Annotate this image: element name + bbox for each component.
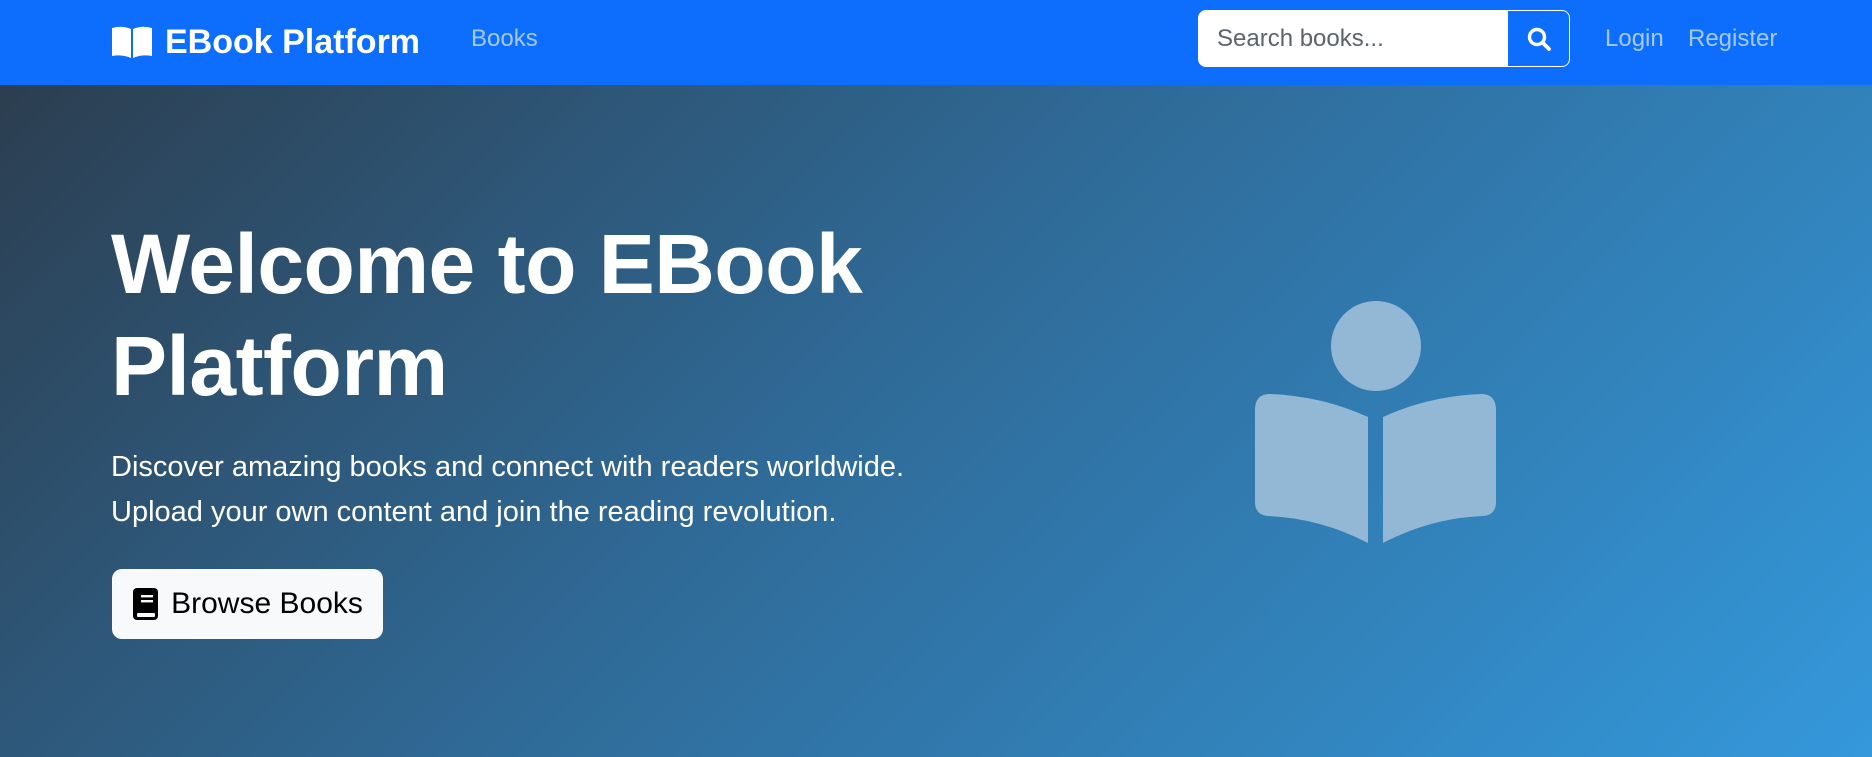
hero-subtitle-line-2: Upload your own content and join the rea… (111, 496, 837, 528)
nav-link-books[interactable]: Books (471, 25, 538, 53)
top-navbar: EBook Platform Books Login Register (0, 0, 1872, 85)
nav-link-register[interactable]: Register (1688, 25, 1777, 53)
search-input[interactable] (1198, 10, 1508, 67)
hero-title: Welcome to EBook Platform (111, 217, 863, 413)
search-form (1198, 10, 1570, 67)
browse-books-button[interactable]: Browse Books (112, 569, 383, 639)
hero-section: Welcome to EBook Platform Discover amazi… (0, 85, 1872, 757)
nav-link-login[interactable]: Login (1605, 25, 1664, 53)
brand-name: EBook Platform (165, 22, 421, 61)
hero-subtitle: Discover amazing books and connect with … (111, 445, 1031, 535)
browse-books-label: Browse Books (171, 587, 363, 620)
book-icon (132, 588, 159, 620)
hero-subtitle-line-1: Discover amazing books and connect with … (111, 451, 905, 483)
reader-icon (1254, 301, 1497, 543)
book-open-icon (111, 25, 153, 59)
search-button[interactable] (1508, 10, 1570, 67)
search-icon (1526, 26, 1552, 52)
brand-link[interactable]: EBook Platform (111, 22, 420, 62)
